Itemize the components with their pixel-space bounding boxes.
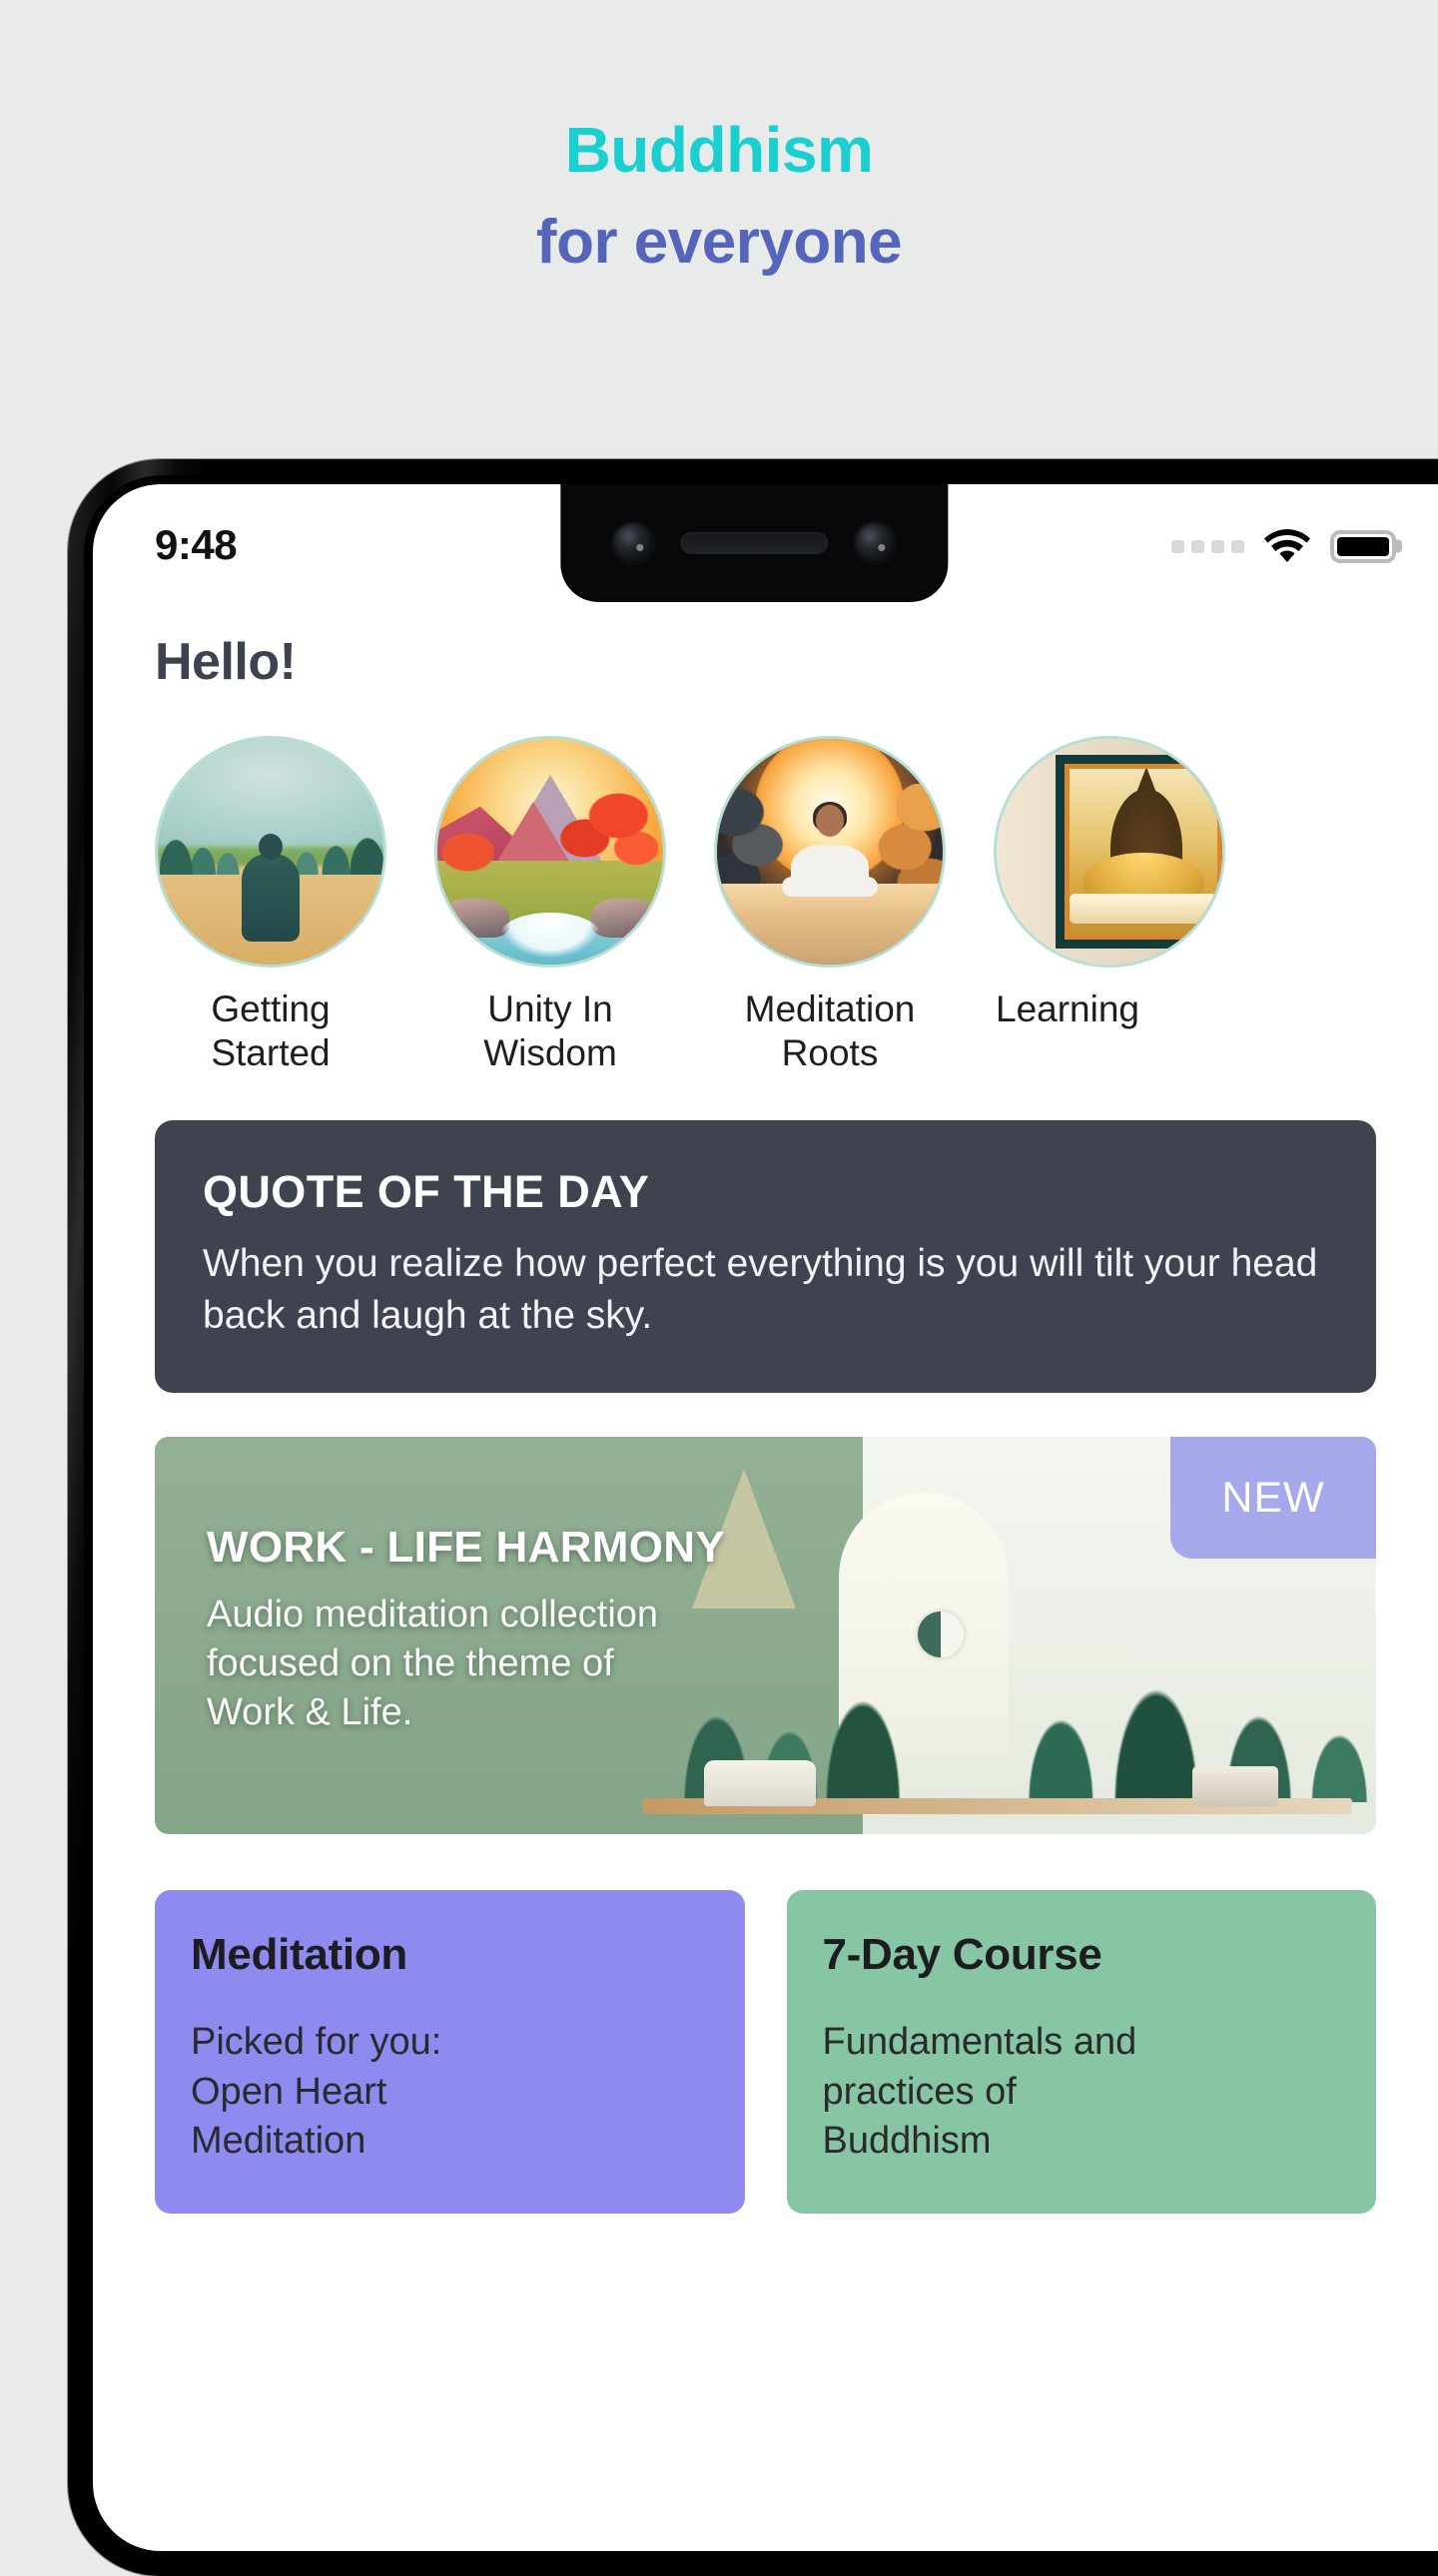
category-label: Meditation Roots [744, 988, 916, 1073]
app-content: Hello! Getting Started Unity In Wisdom M… [93, 602, 1438, 2215]
autumn-mountain-river-image [434, 736, 666, 967]
phone-screen: 9:48 Hello! Getting Started Unity In Wis… [93, 484, 1438, 2551]
phone-notch [559, 484, 948, 602]
category-rail[interactable]: Getting Started Unity In Wisdom Meditati… [93, 692, 1438, 1074]
hero-headline: Buddhism for everyone [0, 0, 1438, 274]
category-item-getting-started[interactable]: Getting Started [155, 736, 386, 1074]
person-meditating-sunrise-image [714, 736, 946, 967]
phone-mockup: 9:48 Hello! Getting Started Unity In Wis… [68, 459, 1438, 2576]
status-bar-indicators [1171, 529, 1396, 563]
status-bar-clock: 9:48 [155, 521, 238, 568]
banner-title: WORK - LIFE HARMONY [207, 1523, 725, 1573]
greeting-title: Hello! [155, 633, 297, 691]
signal-dots-icon [1171, 539, 1244, 553]
tile-title: 7-Day Course [822, 1930, 1102, 1980]
feature-tiles: Meditation Picked for you: Open Heart Me… [155, 1890, 1376, 2215]
camera-icon [611, 522, 654, 564]
banner-subtitle: Audio meditation collection focused on t… [207, 1594, 659, 1733]
wifi-icon [1264, 529, 1310, 563]
monk-walking-path-image [155, 736, 386, 967]
hero-title-line1: Buddhism [564, 114, 874, 186]
category-label: Unity In Wisdom [483, 988, 617, 1073]
quote-card-title: QUOTE OF THE DAY [203, 1166, 650, 1218]
tile-description: Fundamentals and practices of Buddhism [822, 2021, 1137, 2163]
battery-full-icon [1330, 529, 1396, 563]
earpiece-speaker-icon [679, 532, 828, 554]
category-item-unity-in-wisdom[interactable]: Unity In Wisdom [434, 736, 666, 1074]
category-item-meditation-roots[interactable]: Meditation Roots [714, 736, 946, 1074]
quote-card-text: When you realize how perfect everything … [203, 1242, 1318, 1337]
work-life-harmony-banner[interactable]: NEW WORK - LIFE HARMONY Audio meditation… [155, 1437, 1376, 1835]
status-badge: NEW [1170, 1437, 1376, 1560]
category-label: Learning [996, 988, 1140, 1029]
category-label: Getting Started [211, 988, 331, 1073]
hero-title-line2: for everyone [535, 208, 903, 277]
category-item-learning[interactable]: Learning [994, 736, 1225, 1074]
camera-icon [853, 522, 896, 564]
golden-buddha-painting-image [994, 736, 1225, 967]
banner-text-block: WORK - LIFE HARMONY Audio meditation col… [207, 1523, 725, 1736]
tile-seven-day-course[interactable]: 7-Day Course Fundamentals and practices … [786, 1890, 1376, 2215]
tile-description: Picked for you: Open Heart Meditation [191, 2021, 442, 2163]
tile-meditation[interactable]: Meditation Picked for you: Open Heart Me… [155, 1890, 745, 2215]
tile-title: Meditation [191, 1930, 407, 1980]
quote-of-the-day-card[interactable]: QUOTE OF THE DAY When you realize how pe… [155, 1120, 1376, 1394]
